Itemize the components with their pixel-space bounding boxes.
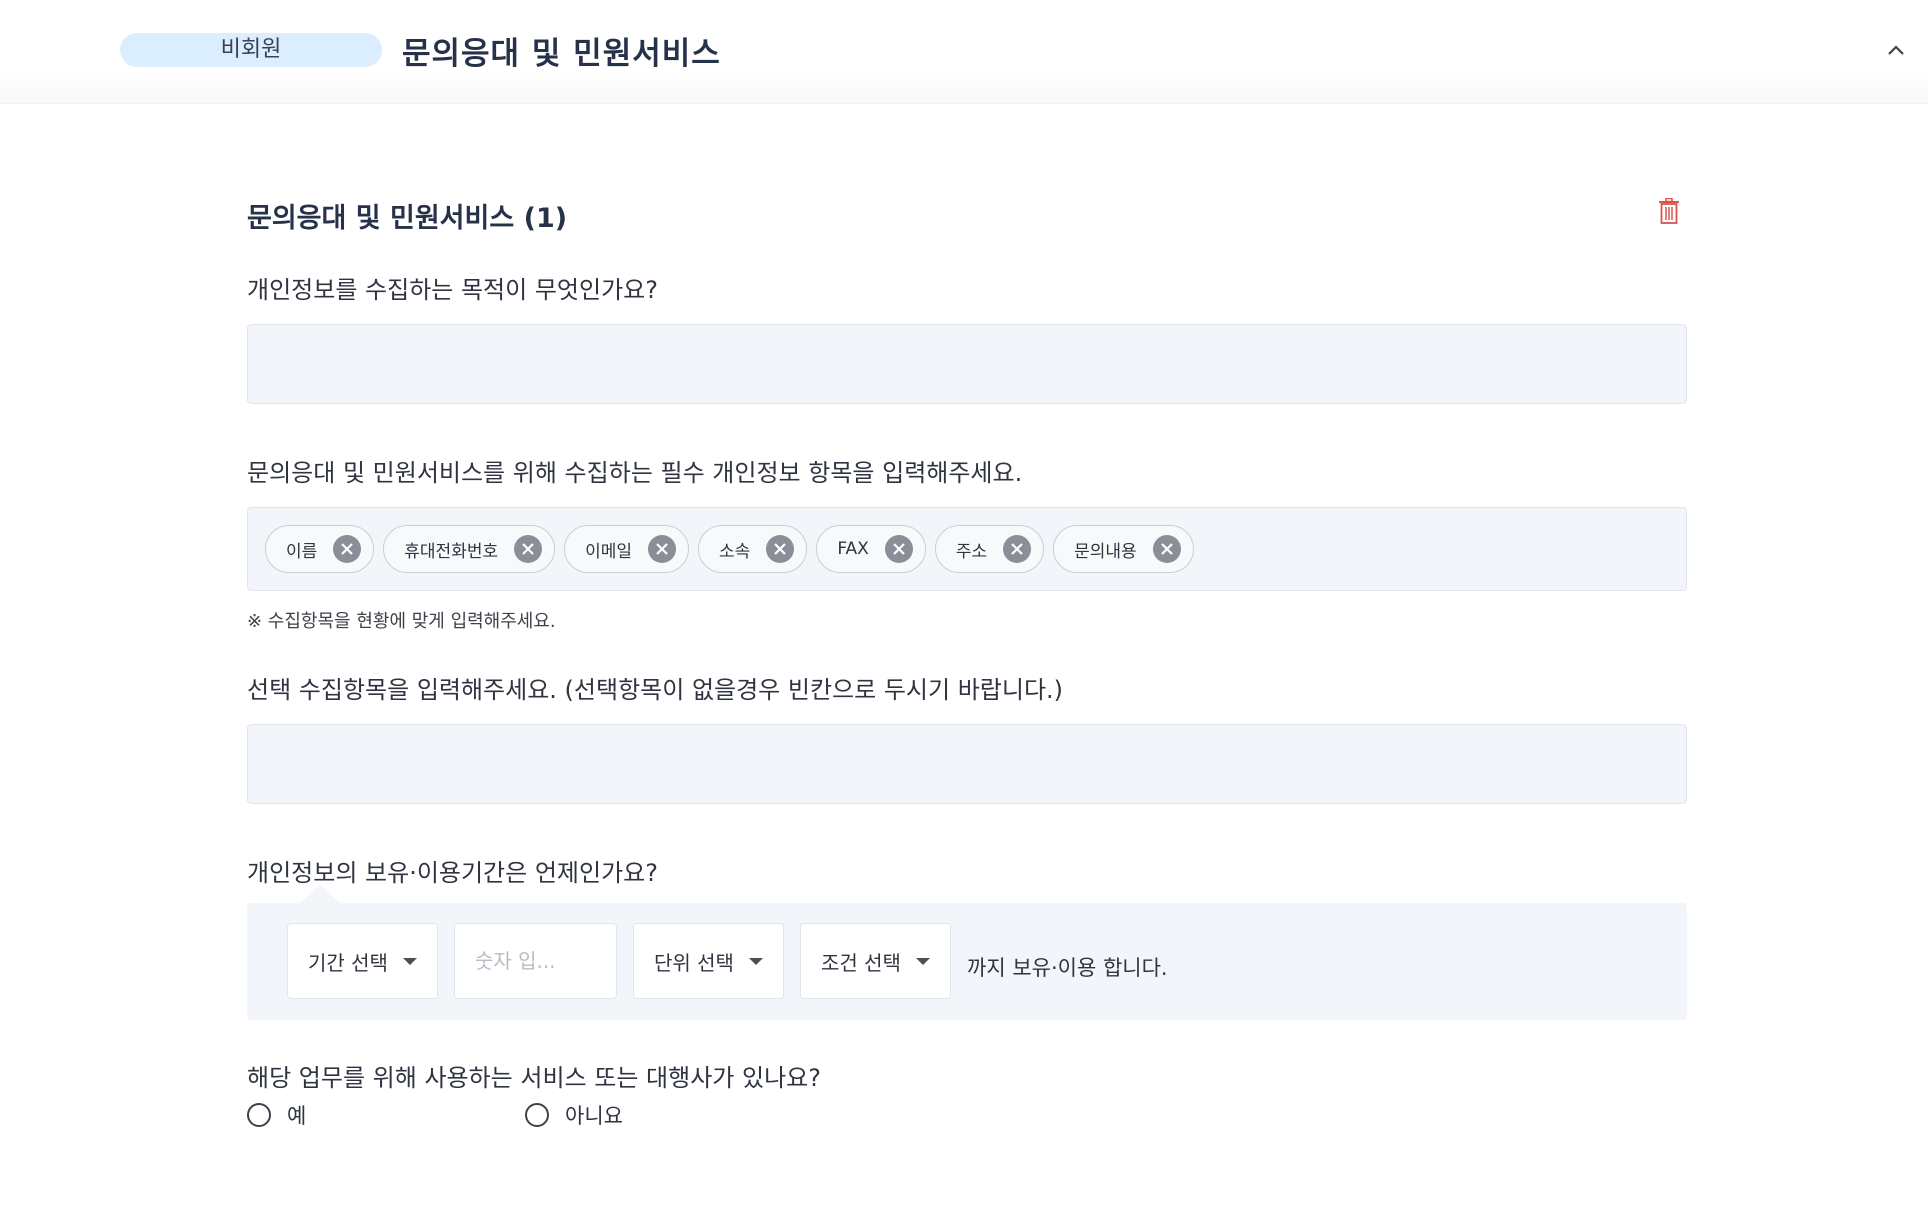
- remove-chip-button[interactable]: [333, 535, 362, 563]
- radio-no[interactable]: 아니요: [525, 1100, 623, 1130]
- caret-down-icon: [749, 957, 763, 965]
- radio-no-label: 아니요: [565, 1104, 623, 1128]
- remove-chip-button[interactable]: [884, 535, 913, 563]
- condition-select[interactable]: 조건 선택: [800, 923, 951, 999]
- unit-select-label: 단위 선택: [654, 950, 734, 975]
- chip-label: 이름: [286, 541, 318, 562]
- chip-inquiry-content: 문의내용: [1053, 525, 1194, 573]
- close-icon: [1160, 543, 1173, 555]
- purpose-input[interactable]: [247, 324, 1687, 404]
- close-icon: [522, 543, 534, 555]
- required-items-hint: ※ 수집항목을 현황에 맞게 입력해주세요.: [247, 611, 556, 632]
- chip-email: 이메일: [564, 525, 690, 573]
- chip-fax: FAX: [816, 525, 926, 573]
- close-icon: [656, 543, 668, 555]
- header-title: 문의응대 및 민원서비스: [402, 36, 721, 72]
- optional-items-question-label: 선택 수집항목을 입력해주세요. (선택항목이 없을경우 빈칸으로 두시기 바랍…: [247, 676, 1064, 704]
- panel-pointer: [300, 885, 340, 903]
- radio-yes-label: 예: [287, 1104, 307, 1128]
- required-items-chip-input[interactable]: 이름 휴대전화번호 이메일 소속 FAX 주소 문의내용: [247, 507, 1687, 591]
- remove-chip-button[interactable]: [1152, 535, 1181, 563]
- chip-affiliation: 소속: [698, 525, 808, 573]
- remove-chip-button[interactable]: [1003, 535, 1032, 563]
- chip-label: 주소: [955, 541, 988, 562]
- chip-address: 주소: [934, 525, 1045, 573]
- section-title: 문의응대 및 민원서비스 (1): [247, 203, 568, 234]
- required-items-question-label: 문의응대 및 민원서비스를 위해 수집하는 필수 개인정보 항목을 입력해주세요…: [247, 459, 1023, 487]
- period-select[interactable]: 기간 선택: [287, 923, 438, 999]
- unit-select[interactable]: 단위 선택: [633, 923, 784, 999]
- trash-icon: [1659, 198, 1679, 224]
- close-icon: [774, 543, 787, 555]
- caret-down-icon: [403, 957, 417, 965]
- chip-label: 소속: [719, 541, 751, 562]
- period-select-label: 기간 선택: [308, 950, 388, 975]
- radio-circle[interactable]: [525, 1103, 549, 1127]
- chip-label: FAX: [837, 539, 869, 559]
- delete-section-button[interactable]: [1656, 196, 1682, 226]
- retention-question-label: 개인정보의 보유·이용기간은 언제인가요?: [247, 859, 658, 887]
- vendor-question-label: 해당 업무를 위해 사용하는 서비스 또는 대행사가 있나요?: [247, 1064, 821, 1092]
- number-input[interactable]: [454, 923, 617, 999]
- chip-mobile: 휴대전화번호: [383, 525, 556, 573]
- optional-items-input[interactable]: [247, 724, 1687, 804]
- chip-label: 휴대전화번호: [404, 541, 499, 562]
- chip-label: 이메일: [585, 541, 633, 562]
- chip-name: 이름: [265, 525, 375, 573]
- collapse-button[interactable]: [1882, 36, 1910, 64]
- chip-label: 문의내용: [1074, 541, 1137, 562]
- condition-select-label: 조건 선택: [821, 950, 901, 975]
- close-icon: [1011, 543, 1023, 555]
- radio-circle[interactable]: [247, 1103, 271, 1127]
- chevron-up-icon: [1888, 45, 1904, 55]
- purpose-question-label: 개인정보를 수집하는 목적이 무엇인가요?: [247, 276, 658, 304]
- remove-chip-button[interactable]: [514, 535, 543, 563]
- remove-chip-button[interactable]: [648, 535, 677, 563]
- caret-down-icon: [916, 957, 930, 965]
- section-header: 비회원 문의응대 및 민원서비스: [0, 0, 1928, 104]
- radio-yes[interactable]: 예: [247, 1100, 306, 1130]
- close-icon: [893, 543, 905, 555]
- close-icon: [341, 543, 354, 555]
- retention-suffix-text: 까지 보유·이용 합니다.: [967, 956, 1168, 980]
- remove-chip-button[interactable]: [766, 535, 795, 563]
- member-type-badge: 비회원: [120, 33, 382, 67]
